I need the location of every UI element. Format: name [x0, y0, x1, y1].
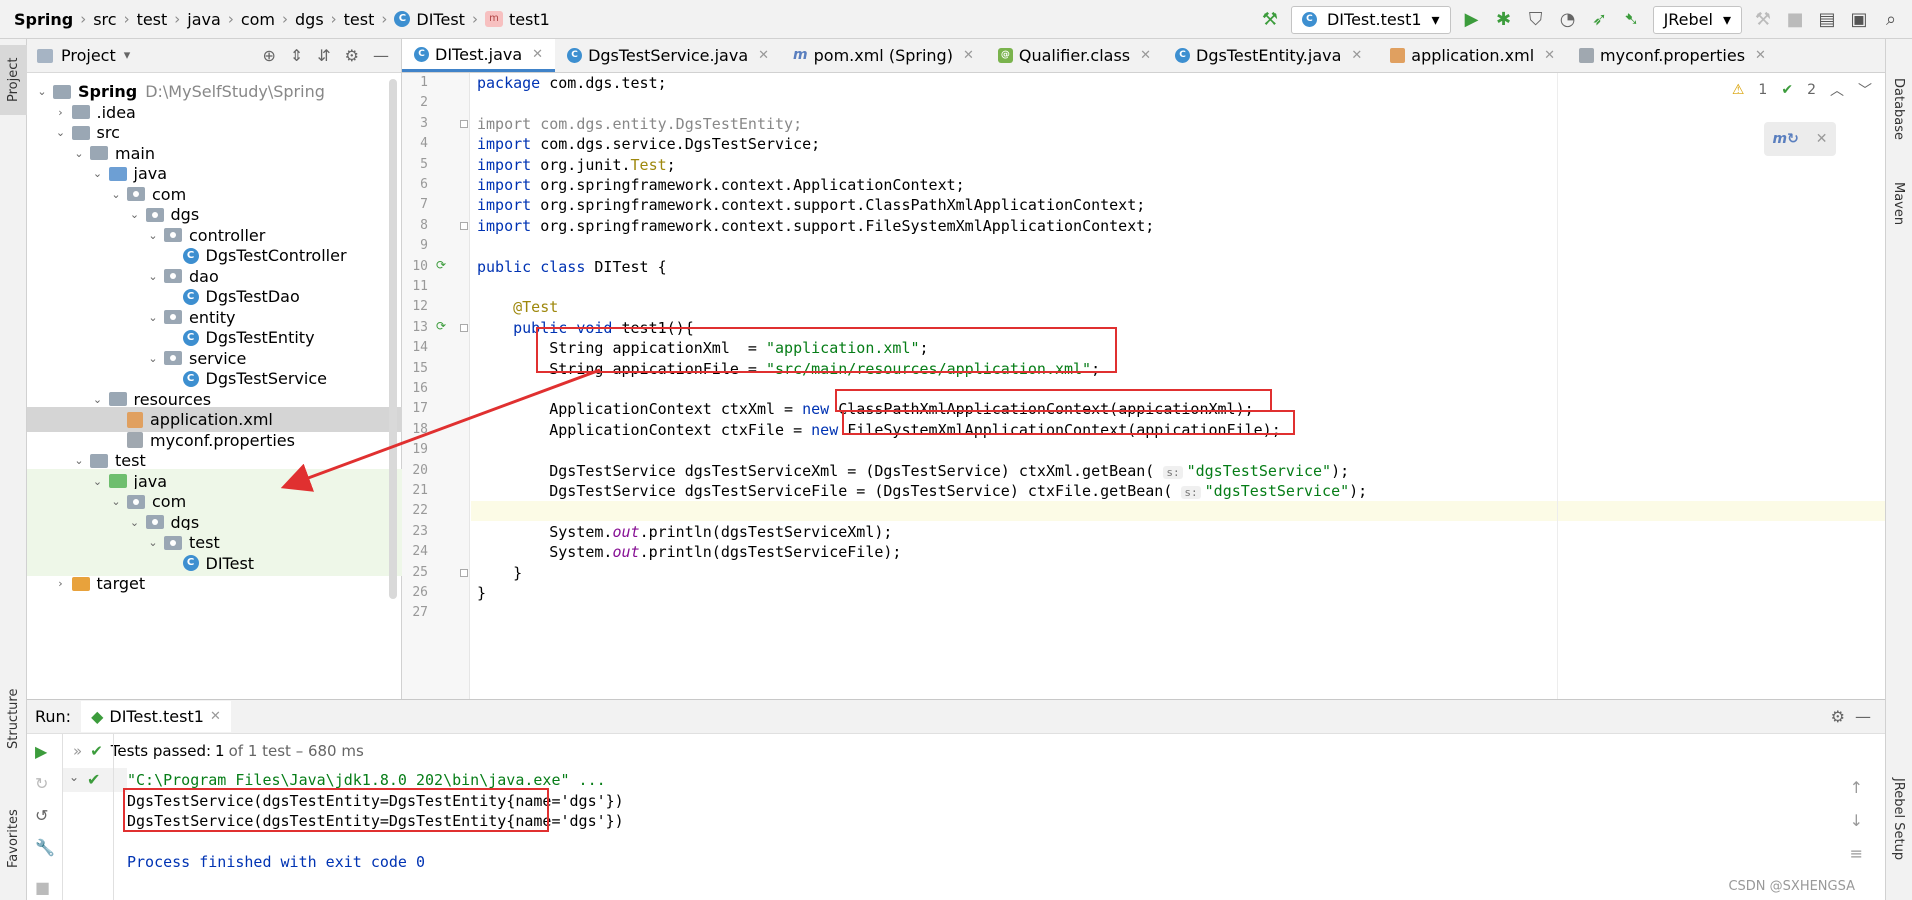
run-tab[interactable]: ◆ DITest.test1 ✕	[81, 701, 231, 732]
console-line: "C:\Program Files\Java\jdk1.8.0_202\bin\…	[127, 771, 606, 789]
divider	[113, 734, 114, 900]
test-passed-icon: ◆	[91, 707, 104, 726]
toggle-auto-test-icon[interactable]: ↺	[35, 806, 48, 825]
run-label: Run:	[35, 707, 72, 726]
rerun-icon[interactable]: ▶	[35, 742, 47, 761]
arrow-down-icon[interactable]: ↓	[1850, 811, 1863, 830]
test-tree-root[interactable]: ⌄ ✔	[63, 768, 127, 792]
hide-icon[interactable]: —	[1855, 707, 1871, 726]
check-icon: ✔	[90, 742, 103, 760]
chevron-right-icon[interactable]: »	[73, 742, 82, 760]
tests-passed-label: Tests passed:	[110, 742, 212, 760]
tests-passed-count: 1	[215, 742, 225, 760]
annotation-box-output	[123, 788, 549, 832]
rerun-failed-icon[interactable]: ↻	[35, 774, 48, 793]
wrench-icon[interactable]: 🔧	[35, 838, 55, 857]
arrow-up-icon[interactable]: ↑	[1850, 778, 1863, 797]
console-tools: ↑ ↓ ≡	[1850, 778, 1863, 863]
close-icon[interactable]: ✕	[210, 709, 221, 724]
soft-wrap-icon[interactable]: ≡	[1850, 844, 1863, 863]
tests-status: » ✔ Tests passed: 1 of 1 test – 680 ms	[63, 734, 364, 768]
check-icon: ✔	[87, 770, 101, 789]
run-toolbar: ▶ ↻ ↺ 🔧 ■	[27, 734, 63, 900]
run-tab-label: DITest.test1	[109, 707, 204, 726]
run-panel-header: Run: ◆ DITest.test1 ✕ ⚙ —	[27, 700, 1885, 734]
run-panel: Run: ◆ DITest.test1 ✕ ⚙ — ▶ ↻ ↺ 🔧 ■ » ✔ …	[27, 699, 1885, 900]
stop-icon[interactable]: ■	[35, 878, 50, 897]
watermark: CSDN @SXHENGSA	[1728, 879, 1855, 894]
gear-icon[interactable]: ⚙	[1831, 707, 1845, 726]
chevron-down-icon: ⌄	[69, 770, 80, 784]
tests-passed-detail: of 1 test – 680 ms	[228, 742, 364, 760]
console-line: Process finished with exit code 0	[127, 853, 426, 871]
